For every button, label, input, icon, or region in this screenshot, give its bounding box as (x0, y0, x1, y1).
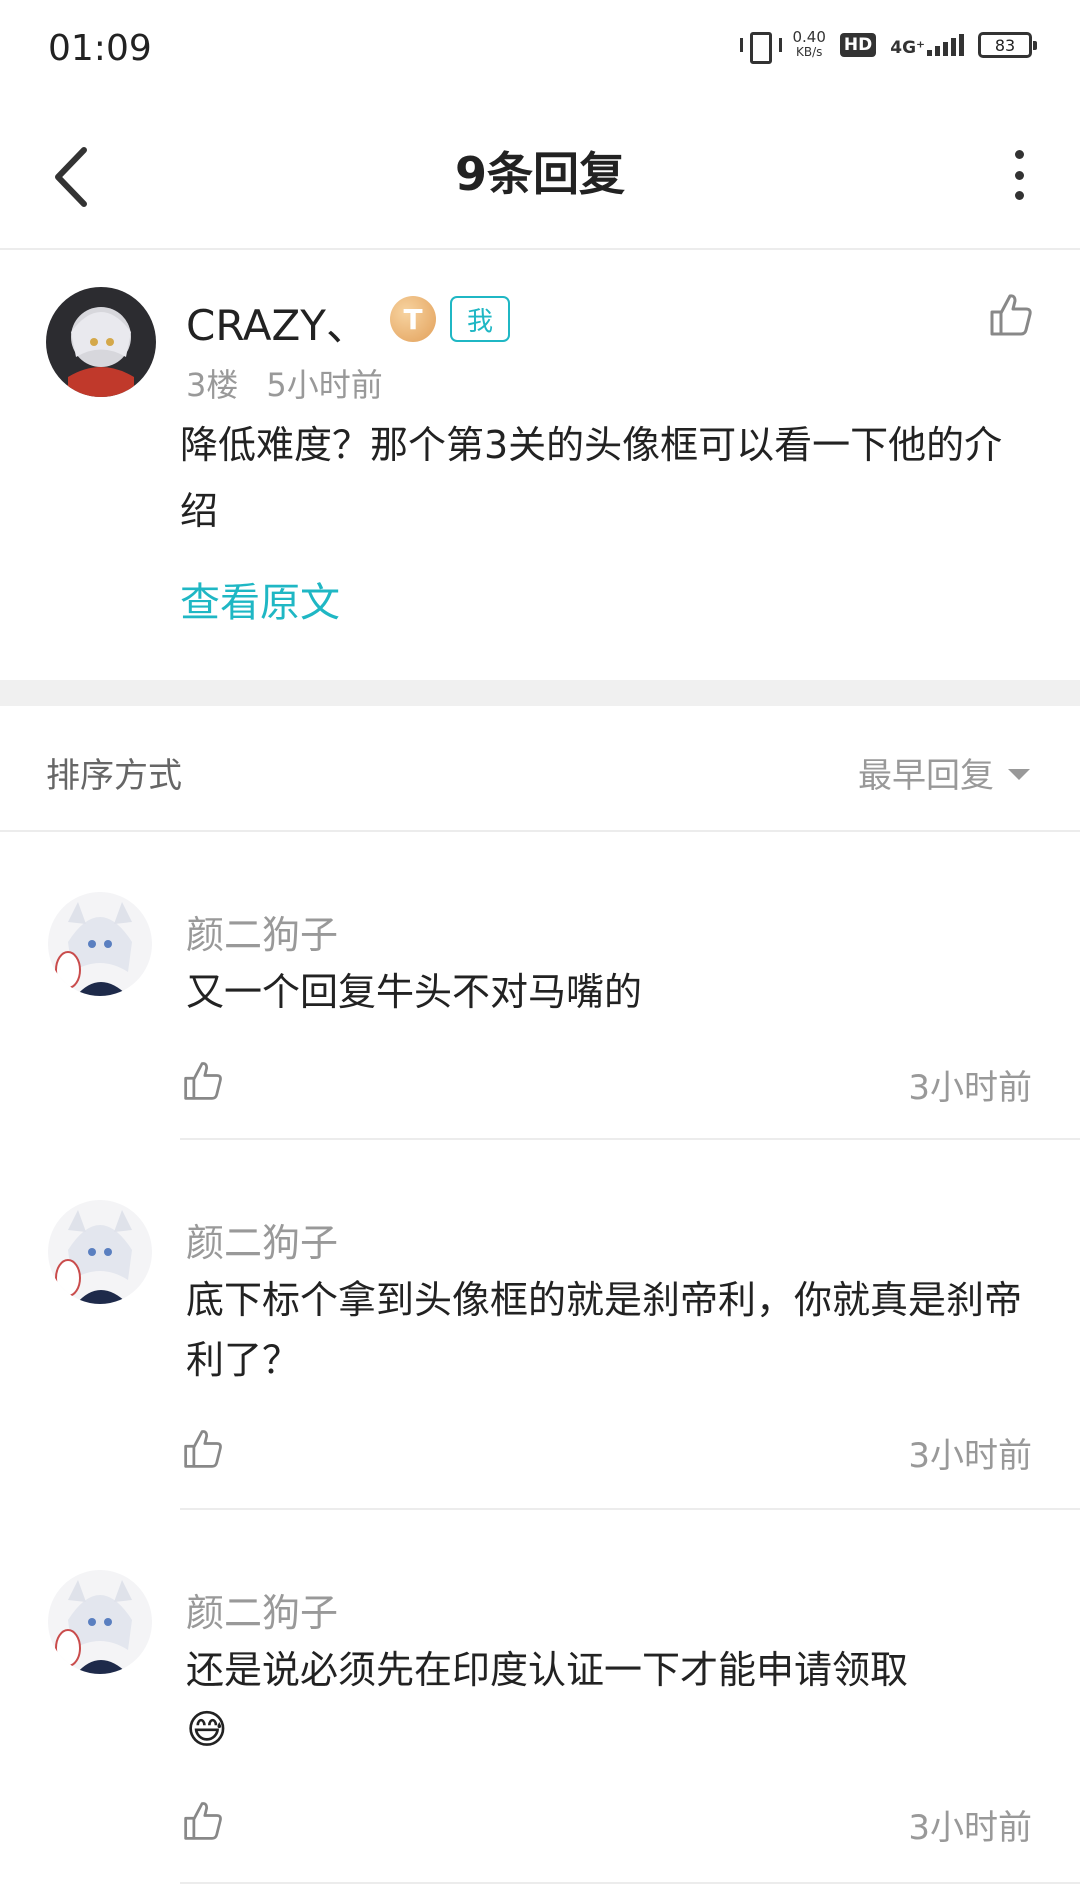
thumbs-up-icon (184, 1062, 222, 1100)
reply-time: 3小时前 (908, 1068, 1032, 1108)
battery-icon: 83 (978, 32, 1037, 58)
like-button[interactable] (182, 1428, 224, 1470)
reply-username[interactable]: 颜二狗子 (186, 904, 338, 959)
sort-label: 排序方式 (46, 756, 182, 796)
network-speed: 0.40 KB/s (792, 30, 825, 60)
reply-username[interactable]: 颜二狗子 (186, 1212, 338, 1267)
coin-badge-icon: T (390, 296, 436, 342)
speed-value: 0.40 (792, 28, 826, 46)
reply-text: 又一个回复牛头不对马嘴的 (186, 970, 643, 1014)
avatar-image (46, 287, 156, 397)
page-title: 9条回复 (454, 147, 625, 201)
thumbs-up-icon (184, 1802, 222, 1840)
reply-time: 3小时前 (908, 1436, 1032, 1476)
avatar[interactable] (48, 892, 152, 996)
status-time: 01:09 (48, 28, 152, 69)
sweat-smile-emoji-icon: 😅 (186, 1707, 228, 1753)
comment-text: 降低难度？那个第3关的头像框可以看一下他的介绍 (180, 423, 1003, 533)
reply-text: 还是说必须先在印度认证一下才能申请领取 😅 (186, 1640, 1036, 1760)
reply-text: 底下标个拿到头像框的就是刹帝利，你就真是刹帝利了？ (186, 1278, 1023, 1382)
battery-level: 83 (994, 35, 1016, 55)
reply-item: 颜二狗子 又一个回复牛头不对马嘴的 3小时前 (0, 832, 1080, 1140)
avatar[interactable] (48, 1570, 152, 1674)
reply-item: 颜二狗子 底下标个拿到头像框的就是刹帝利，你就真是刹帝利了？ 3小时前 (0, 1140, 1080, 1510)
more-vertical-icon[interactable] (1004, 150, 1034, 200)
view-original-link[interactable]: 查看原文 (180, 570, 340, 628)
username[interactable]: CRAZY、 (186, 292, 368, 353)
post-time: 5小时前 (266, 366, 383, 404)
avatar[interactable] (48, 1200, 152, 1304)
like-button[interactable] (182, 1800, 224, 1842)
speed-unit: KB/s (795, 45, 823, 59)
avatar-image (48, 1200, 152, 1304)
avatar-image (48, 892, 152, 996)
signal-icon (927, 34, 964, 56)
main-comment: CRAZY、 T 我 3楼 5小时前 降低难度？那个第3关的头像框可以看一下他的介… (0, 252, 1080, 680)
thumbs-up-icon (990, 294, 1032, 336)
top-nav-bar: 9条回复 (0, 100, 1080, 250)
cell-signal: 4G⁺ (890, 34, 964, 58)
section-divider (0, 680, 1080, 706)
floor-number: 3楼 (186, 366, 239, 404)
reply-username[interactable]: 颜二狗子 (186, 1582, 338, 1637)
sort-bar: 排序方式 最早回复 (0, 706, 1080, 832)
vibrate-icon (738, 30, 783, 64)
status-icons: 0.40 KB/s HD 4G⁺ 83 (738, 30, 1037, 64)
reply-time: 3小时前 (908, 1808, 1032, 1848)
network-type: 4G⁺ (890, 38, 925, 58)
reply-item: 颜二狗子 还是说必须先在印度认证一下才能申请领取 😅 3小时前 (0, 1510, 1080, 1888)
like-button[interactable] (182, 1060, 224, 1102)
thumbs-up-icon (184, 1430, 222, 1468)
hd-icon: HD (839, 33, 877, 57)
status-bar: 01:09 0.40 KB/s HD 4G⁺ 83 (0, 0, 1080, 100)
post-meta: 3楼 5小时前 (186, 360, 383, 406)
row-divider (180, 1882, 1080, 1884)
avatar[interactable] (46, 287, 156, 397)
sort-value: 最早回复 (858, 756, 994, 796)
me-badge: 我 (450, 296, 510, 342)
reply-text-line: 还是说必须先在印度认证一下才能申请领取 (186, 1648, 909, 1692)
sort-dropdown[interactable]: 最早回复 (858, 748, 1030, 797)
caret-down-icon (1008, 769, 1030, 780)
like-button[interactable] (988, 292, 1034, 338)
avatar-image (48, 1570, 152, 1674)
